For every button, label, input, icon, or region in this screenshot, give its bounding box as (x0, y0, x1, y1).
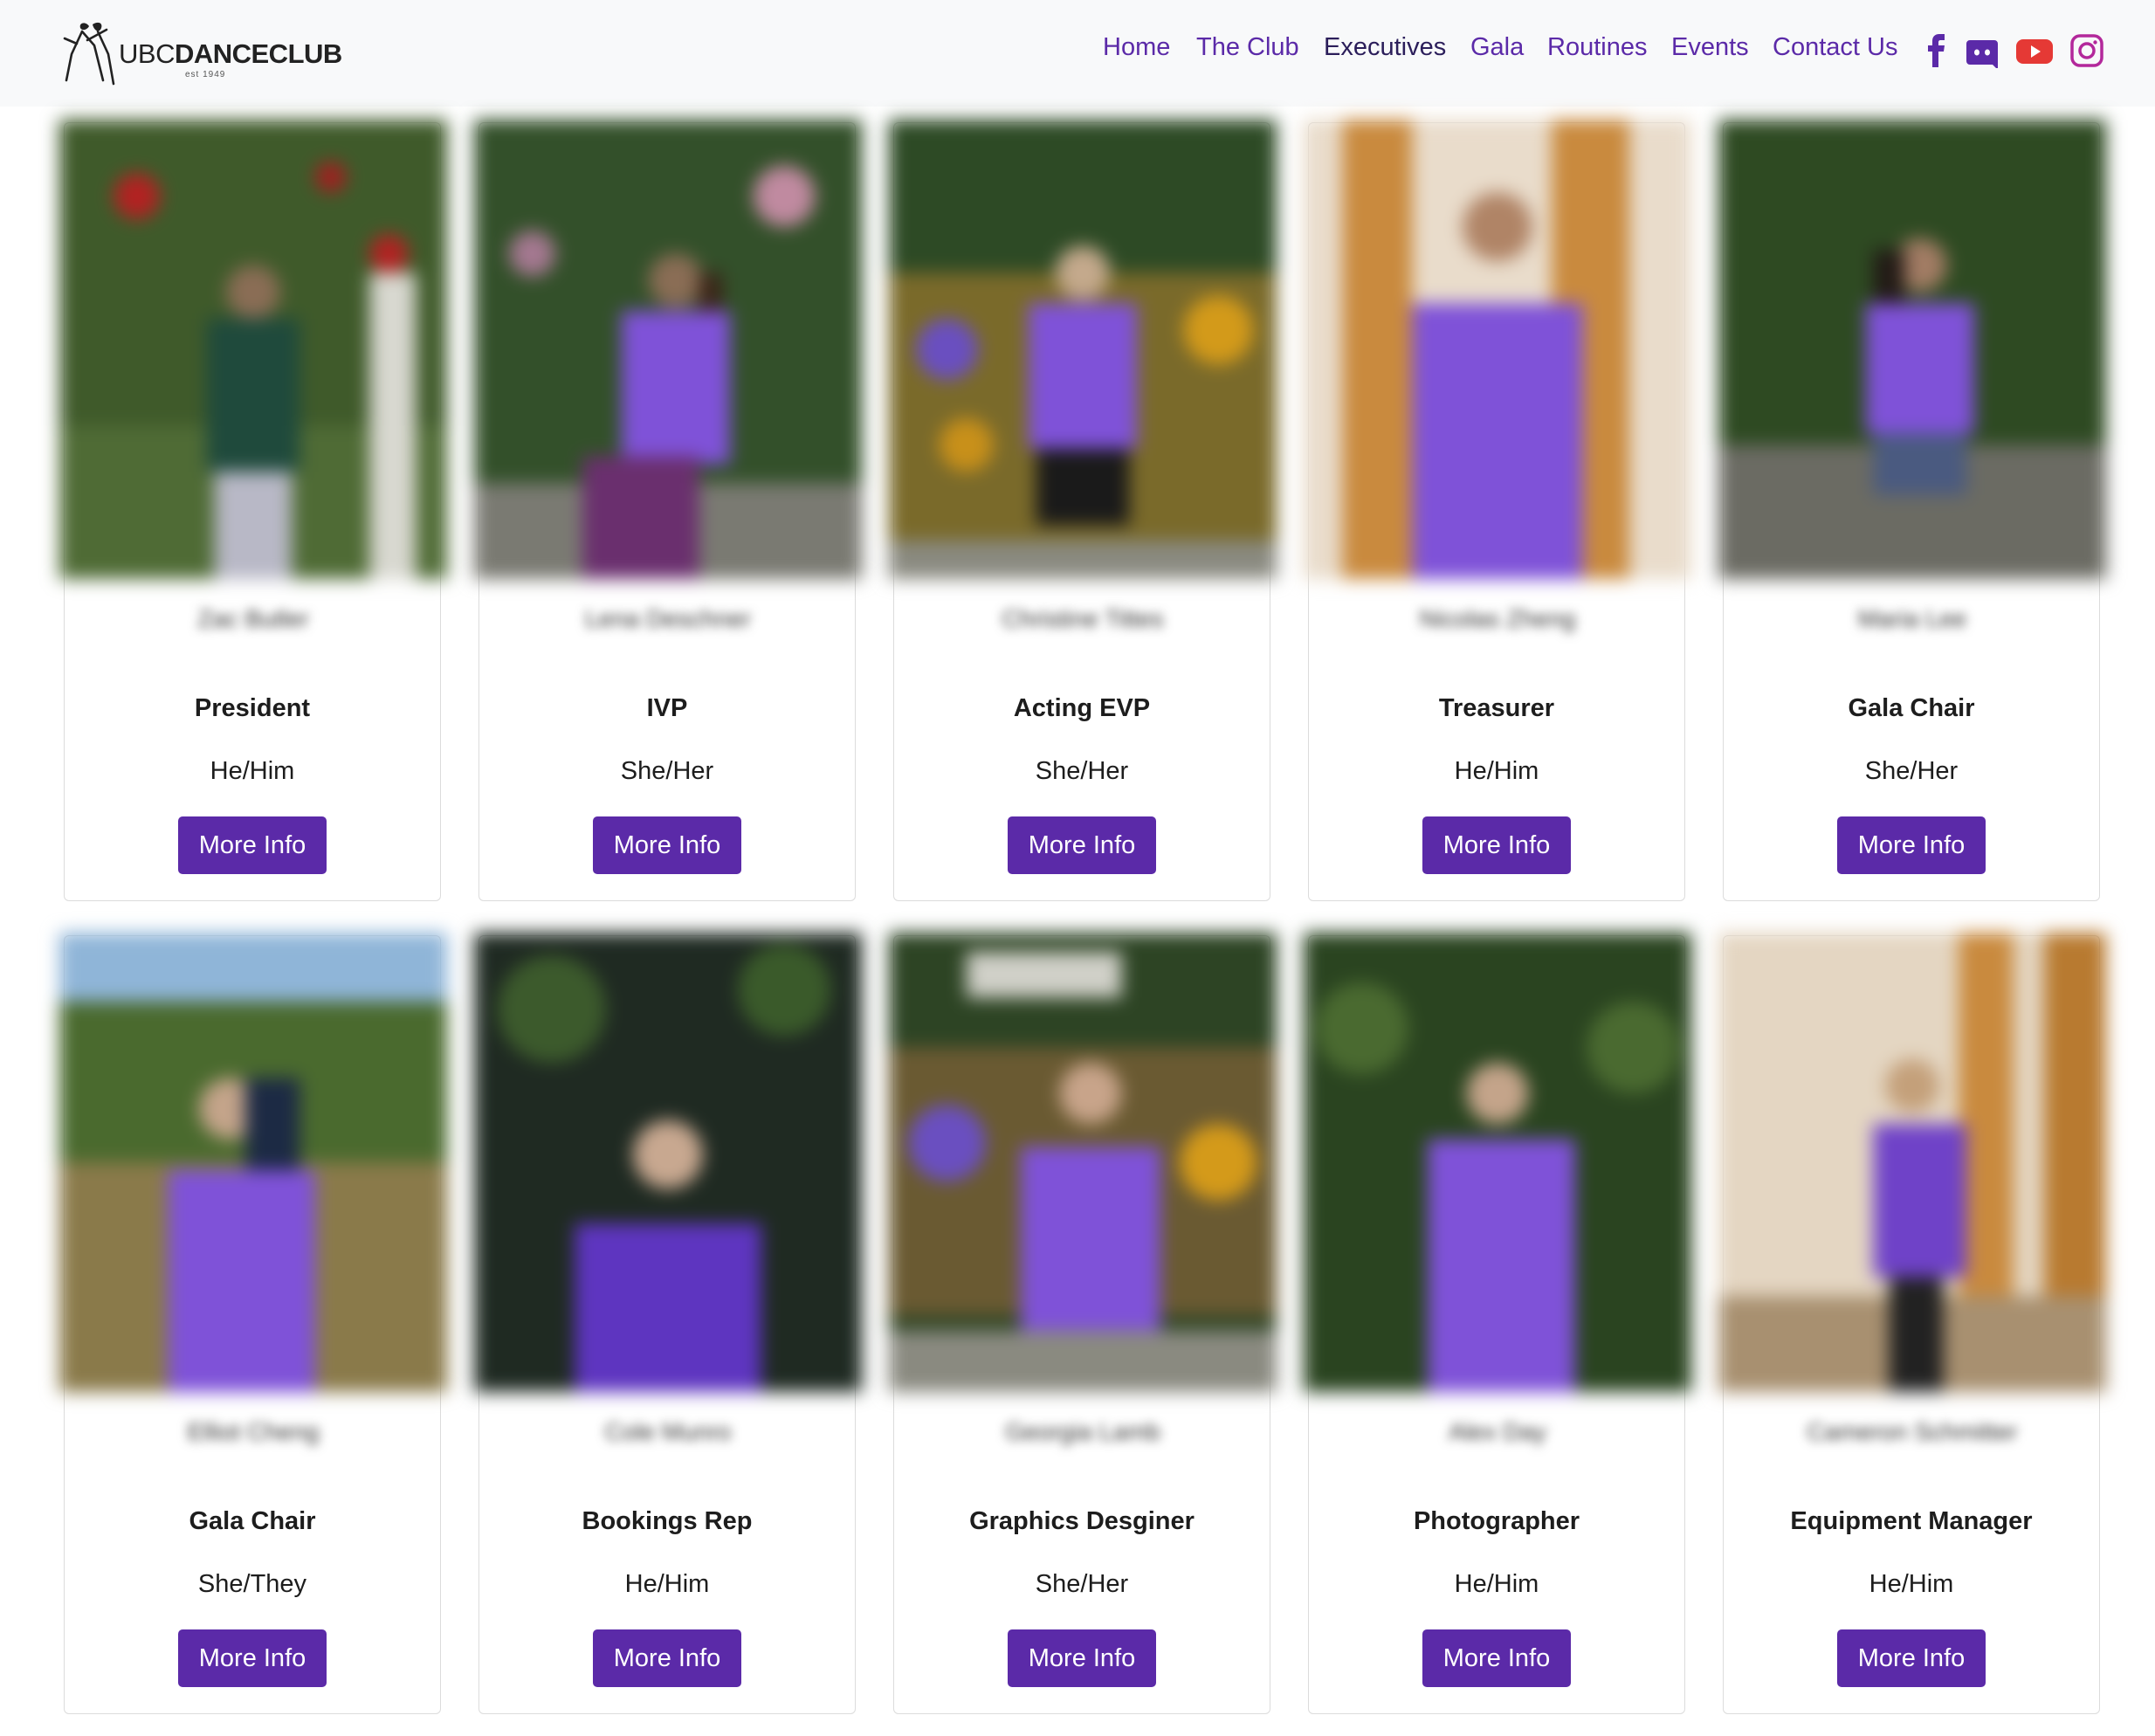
nav-home[interactable]: Home (1103, 33, 1170, 62)
executive-pronouns: She/Her (620, 757, 714, 785)
more-info-button[interactable]: More Info (593, 816, 741, 874)
executive-role: Gala Chair (189, 1507, 316, 1535)
executive-role: Acting EVP (1013, 694, 1151, 722)
executive-pronouns: She/Her (1035, 757, 1129, 785)
brand-logo[interactable]: UBCDANCECLUB est 1949 (63, 19, 342, 87)
facebook-icon[interactable] (1919, 33, 1954, 68)
nav-contact-us[interactable]: Contact Us (1773, 33, 1897, 62)
executive-role: Equipment Manager (1790, 1507, 2033, 1535)
executive-card: Christine Tittes Acting EVP She/Her More… (889, 120, 1277, 901)
executive-name: Cole Munro (604, 1418, 732, 1445)
executive-card: Cole Munro Bookings Rep He/Him More Info (474, 933, 862, 1714)
executive-name: Lena Deschner (585, 605, 751, 632)
youtube-icon[interactable] (2015, 33, 2054, 68)
discord-icon[interactable] (1965, 33, 2000, 68)
executive-role: Gala Chair (1848, 694, 1975, 722)
more-info-button[interactable]: More Info (1008, 816, 1156, 874)
brand-wordmark: UBCDANCECLUB (119, 38, 342, 69)
more-info-button[interactable]: More Info (1837, 1629, 1986, 1687)
executive-card: Cameron Schmitter Equipment Manager He/H… (1718, 933, 2106, 1714)
dancer-logo-icon (63, 22, 115, 86)
executive-pronouns: He/Him (1869, 1570, 1954, 1598)
nav-executives[interactable]: Executives (1324, 33, 1446, 62)
executive-card: Nicolas Zheng Treasurer He/Him More Info (1304, 120, 1691, 901)
nav-gala[interactable]: Gala (1470, 33, 1524, 62)
nav-routines[interactable]: Routines (1547, 33, 1647, 62)
more-info-button[interactable]: More Info (1837, 816, 1986, 874)
executive-role: Bookings Rep (582, 1507, 753, 1535)
executive-role: President (194, 694, 311, 722)
executive-photo (59, 120, 447, 579)
executive-card: Zac Butler President He/Him More Info (59, 120, 447, 901)
executive-name: Cameron Schmitter (1807, 1418, 2018, 1445)
executive-photo (474, 933, 862, 1392)
executive-card: Maria Lee Gala Chair She/Her More Info (1718, 120, 2106, 901)
executive-name: Maria Lee (1857, 605, 1967, 632)
executive-card: Elliot Cheng Gala Chair She/They More In… (59, 933, 447, 1714)
executive-photo (59, 933, 447, 1392)
executive-pronouns: She/Her (1864, 757, 1959, 785)
nav-events[interactable]: Events (1671, 33, 1749, 62)
executive-name: Zac Butler (197, 605, 309, 632)
executive-role: Photographer (1413, 1507, 1580, 1535)
executive-role: Graphics Desginer (969, 1507, 1195, 1535)
executive-role: IVP (646, 694, 688, 722)
nav-the-club[interactable]: The Club (1196, 33, 1299, 62)
executive-name: Christine Tittes (1002, 605, 1164, 632)
executive-card: Georgia Lamb Graphics Desginer She/Her M… (889, 933, 1277, 1714)
executive-name: Nicolas Zheng (1419, 605, 1576, 632)
executive-photo (1718, 933, 2106, 1392)
executive-pronouns: He/Him (624, 1570, 710, 1598)
more-info-button[interactable]: More Info (593, 1629, 741, 1687)
executive-pronouns: She/Her (1035, 1570, 1129, 1598)
navbar: UBCDANCECLUB est 1949 Home The Club Exec… (0, 0, 2155, 107)
more-info-button[interactable]: More Info (178, 1629, 327, 1687)
executive-card: Lena Deschner IVP She/Her More Info (474, 120, 862, 901)
executive-photo (1304, 933, 1691, 1392)
executive-photo (1718, 120, 2106, 579)
executive-photo (889, 933, 1277, 1392)
executive-photo (474, 120, 862, 579)
brand-established: est 1949 (185, 70, 226, 79)
executive-pronouns: He/Him (1454, 1570, 1539, 1598)
more-info-button[interactable]: More Info (1422, 1629, 1571, 1687)
executive-pronouns: She/They (197, 1570, 307, 1598)
more-info-button[interactable]: More Info (178, 816, 327, 874)
instagram-icon[interactable] (2069, 33, 2104, 68)
executive-card: Alex Day Photographer He/Him More Info (1304, 933, 1691, 1714)
executive-photo (1304, 120, 1691, 579)
executive-name: Georgia Lamb (1005, 1418, 1160, 1445)
more-info-button[interactable]: More Info (1008, 1629, 1156, 1687)
executive-photo (889, 120, 1277, 579)
executive-pronouns: He/Him (1454, 757, 1539, 785)
executive-pronouns: He/Him (210, 757, 295, 785)
executive-role: Treasurer (1438, 694, 1555, 722)
executive-name: Elliot Cheng (187, 1418, 320, 1445)
executive-name: Alex Day (1448, 1418, 1547, 1445)
more-info-button[interactable]: More Info (1422, 816, 1571, 874)
